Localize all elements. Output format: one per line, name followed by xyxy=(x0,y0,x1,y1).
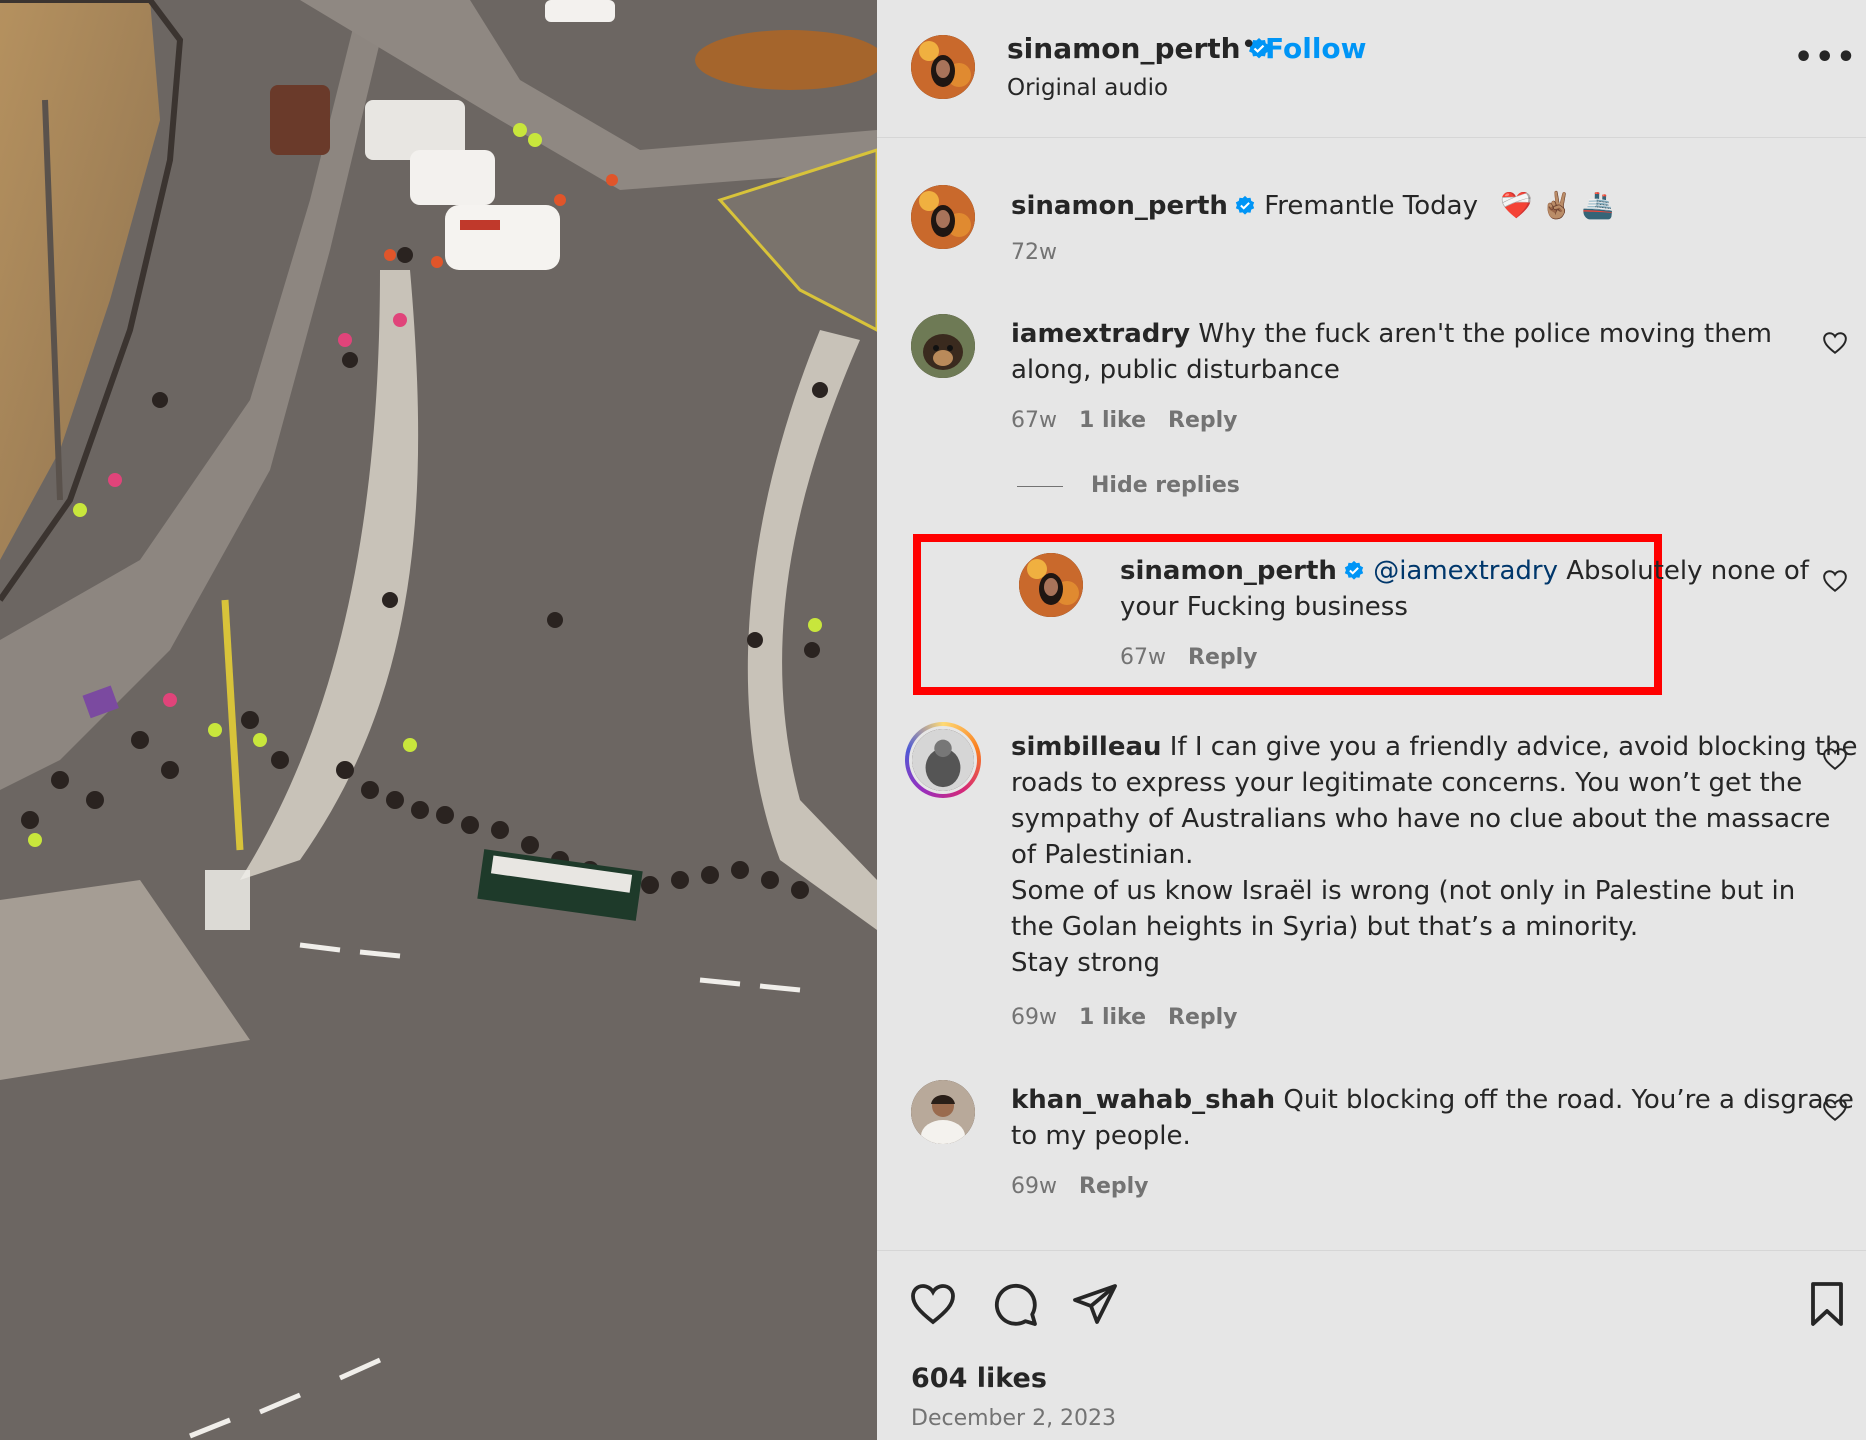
post-header: sinamon_perth • Follow Original audio ••… xyxy=(877,0,1866,138)
caption-meta: 72w xyxy=(1011,240,1079,265)
original-audio-link[interactable]: Original audio xyxy=(1007,75,1168,101)
comment-body-line: If I can give you a friendly advice, avo… xyxy=(1169,732,1858,762)
reply-body-line: your Fucking business xyxy=(1120,592,1408,622)
caption-author-avatar[interactable] xyxy=(911,185,975,249)
reply-meta: 67w Reply xyxy=(1120,645,1280,670)
comment-meta: 67w 1 like Reply xyxy=(1011,408,1260,433)
comment-body-line: of Palestinian. xyxy=(1011,840,1194,870)
comment-username[interactable]: simbilleau xyxy=(1011,732,1162,762)
heart-icon[interactable] xyxy=(1822,568,1848,594)
comment-body-line: roads to express your legitimate concern… xyxy=(1011,768,1803,798)
author-avatar[interactable] xyxy=(911,35,975,99)
reply-age[interactable]: 67w xyxy=(1120,645,1166,670)
reply-body-line: Absolutely none of xyxy=(1566,556,1809,586)
comment-age[interactable]: 67w xyxy=(1011,408,1057,433)
heart-icon[interactable] xyxy=(1822,746,1848,772)
comment-meta: 69w Reply xyxy=(1011,1174,1171,1199)
comment-username[interactable]: iamextradry xyxy=(1011,319,1190,349)
post-date: December 2, 2023 xyxy=(911,1406,1117,1431)
reply-author-avatar[interactable] xyxy=(1019,553,1083,617)
reply-button[interactable]: Reply xyxy=(1079,1174,1149,1199)
more-options-icon[interactable]: ••• xyxy=(1794,43,1856,80)
caption-text: sinamon_perth Fremantle Today ❤️‍🩹 ✌🏽 🚢 xyxy=(1011,188,1614,224)
story-ring-inner xyxy=(909,726,977,794)
comment-body-line: to my people. xyxy=(1011,1121,1191,1151)
bookmark-icon[interactable] xyxy=(1803,1280,1851,1328)
comment-body-line: the Golan heights in Syria) but that’s a… xyxy=(1011,912,1639,942)
hide-replies-line xyxy=(1017,485,1063,487)
commenter-avatar[interactable] xyxy=(911,314,975,378)
reply-username[interactable]: sinamon_perth xyxy=(1120,556,1337,586)
comment-text: khan_wahab_shah Quit blocking off the ro… xyxy=(1011,1082,1854,1154)
caption-age[interactable]: 72w xyxy=(1011,240,1057,265)
verified-badge-icon xyxy=(1344,560,1364,580)
comment-likes[interactable]: 1 like xyxy=(1079,1005,1146,1030)
reply-button[interactable]: Reply xyxy=(1168,408,1238,433)
comment-body-line: along, public disturbance xyxy=(1011,355,1340,385)
heart-icon[interactable] xyxy=(909,1280,957,1328)
caption-username[interactable]: sinamon_perth xyxy=(1011,191,1228,221)
comment-age[interactable]: 69w xyxy=(1011,1174,1057,1199)
heart-icon[interactable] xyxy=(1822,330,1848,356)
header-separator: • xyxy=(1241,30,1257,60)
caption-emojis: ❤️‍🩹 ✌🏽 🚢 xyxy=(1500,191,1614,221)
comment-username[interactable]: khan_wahab_shah xyxy=(1011,1085,1275,1115)
reply-button[interactable]: Reply xyxy=(1168,1005,1238,1030)
comment-body-line: Quit blocking off the road. You’re a dis… xyxy=(1283,1085,1854,1115)
commenter-avatar[interactable] xyxy=(911,1080,975,1144)
story-ring-avatar[interactable] xyxy=(905,722,981,798)
post-actions: 604 likes December 2, 2023 xyxy=(877,1250,1866,1440)
comment-age[interactable]: 69w xyxy=(1011,1005,1057,1030)
comment-meta: 69w 1 like Reply xyxy=(1011,1005,1260,1030)
caption-body: Fremantle Today xyxy=(1264,191,1478,221)
comment-body-line: Why the fuck aren't the police moving th… xyxy=(1198,319,1772,349)
hide-replies-button[interactable]: Hide replies xyxy=(1017,473,1240,498)
comment-likes[interactable]: 1 like xyxy=(1079,408,1146,433)
comment-text: simbilleau If I can give you a friendly … xyxy=(1011,729,1858,981)
comment-body-line: Some of us know Israël is wrong (not onl… xyxy=(1011,876,1796,906)
commenter-avatar[interactable] xyxy=(912,729,974,791)
paper-plane-icon[interactable] xyxy=(1071,1280,1119,1328)
verified-badge-icon xyxy=(1235,195,1255,215)
comment-body-line: sympathy of Australians who have no clue… xyxy=(1011,804,1831,834)
comment-text: iamextradry Why the fuck aren't the poli… xyxy=(1011,316,1772,388)
reply-text: sinamon_perth @iamextradry Absolutely no… xyxy=(1120,553,1809,625)
comments-list: sinamon_perth Fremantle Today ❤️‍🩹 ✌🏽 🚢 … xyxy=(877,140,1866,1250)
author-username[interactable]: sinamon_perth xyxy=(1007,32,1271,65)
likes-count[interactable]: 604 likes xyxy=(911,1363,1047,1394)
reply-button[interactable]: Reply xyxy=(1188,645,1258,670)
heart-icon[interactable] xyxy=(1822,1097,1848,1123)
mention-link[interactable]: @iamextradry xyxy=(1373,556,1558,586)
post-media-image[interactable] xyxy=(0,0,877,1440)
comment-bubble-icon[interactable] xyxy=(991,1280,1039,1328)
follow-button[interactable]: Follow xyxy=(1265,32,1367,65)
post-detail-panel: sinamon_perth • Follow Original audio ••… xyxy=(877,0,1866,1440)
comment-body-line: Stay strong xyxy=(1011,948,1161,978)
